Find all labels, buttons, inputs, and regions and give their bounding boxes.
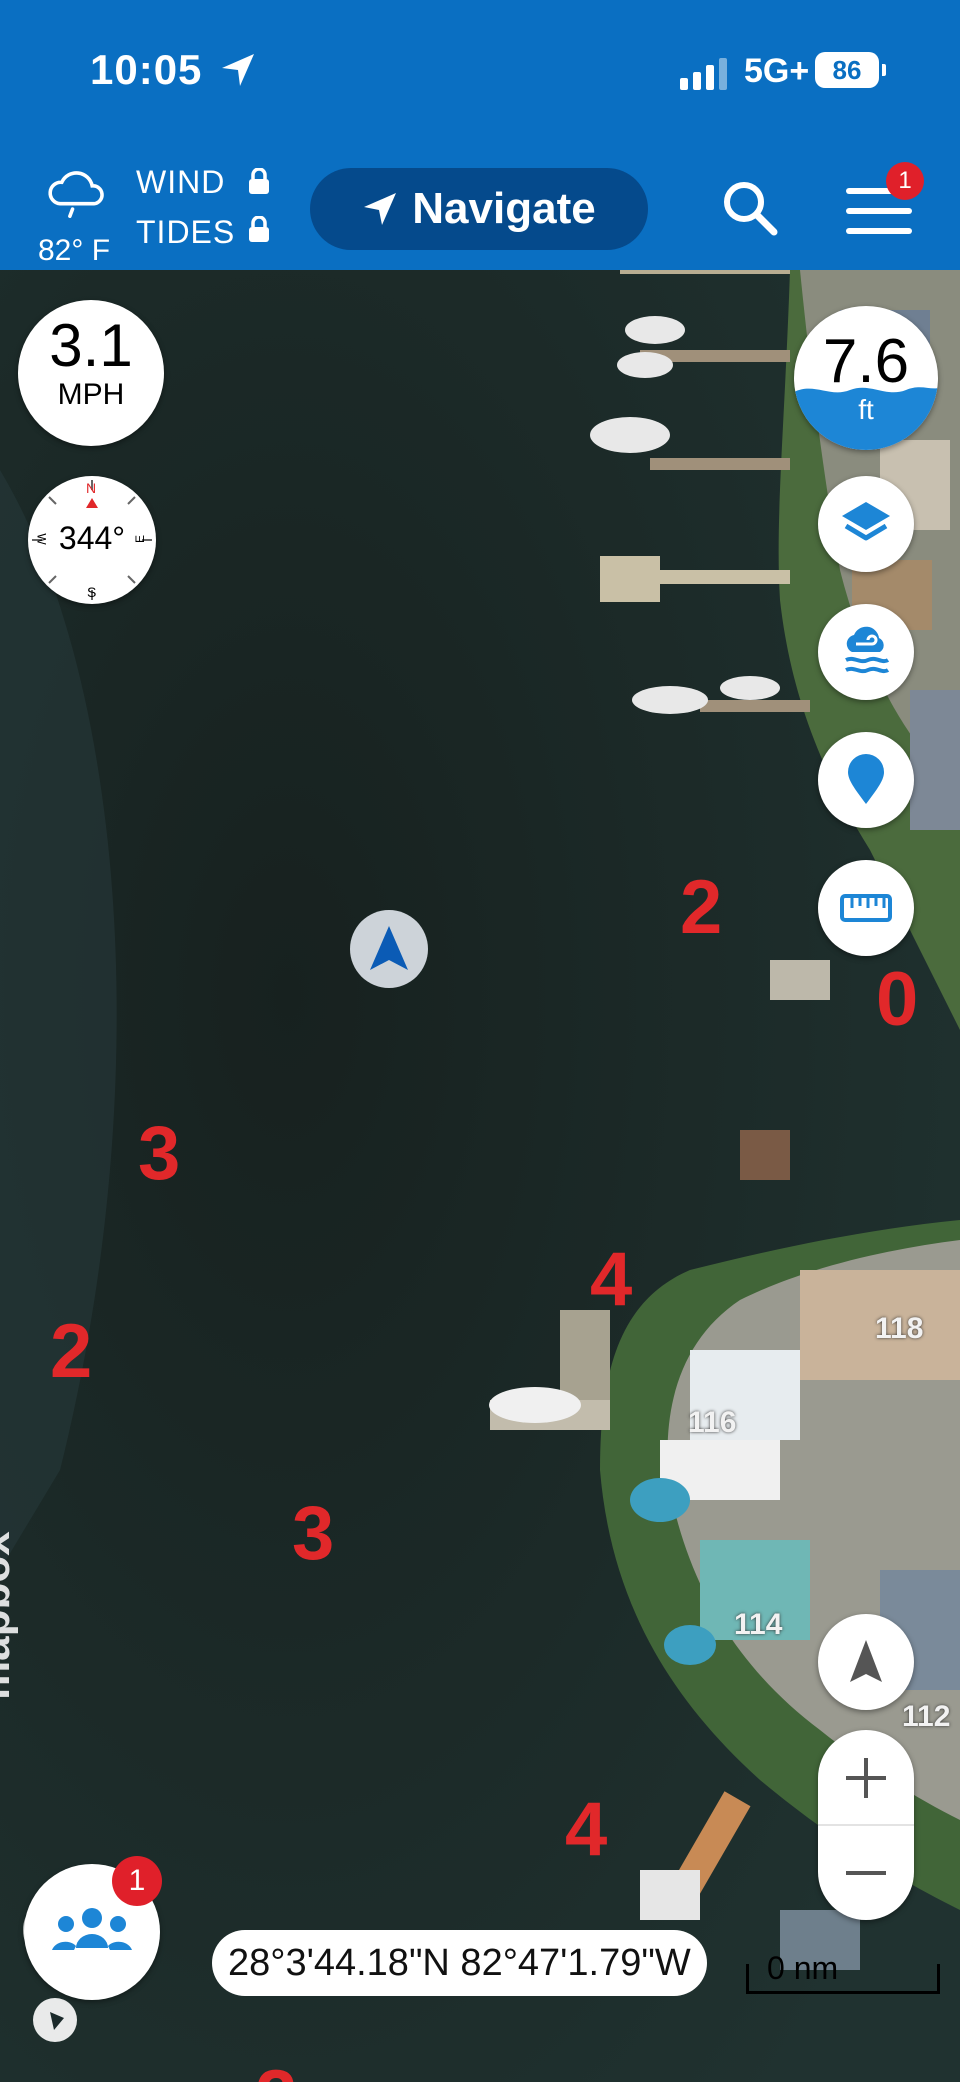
- zoom-in-button[interactable]: [818, 1730, 914, 1825]
- depth-sounding: 3: [292, 1491, 335, 1576]
- navigate-button[interactable]: Navigate: [310, 168, 648, 250]
- navigate-label: Navigate: [412, 184, 596, 233]
- house-number-label: 114: [734, 1608, 783, 1641]
- map-pin-icon: [848, 754, 884, 804]
- speed-widget[interactable]: 3.1 MPH: [18, 300, 164, 446]
- scale-label: 0 nm: [767, 1950, 839, 1986]
- coordinates-readout[interactable]: 28°3'44.18"N 82°47'1.79"W: [212, 1930, 707, 1996]
- scale-bar: 0 nm: [746, 1950, 940, 1994]
- depth-sounding: 3: [138, 1111, 181, 1196]
- tide-value: 7.6: [822, 327, 910, 396]
- zoom-out-button[interactable]: [818, 1825, 914, 1920]
- north-up-button[interactable]: [818, 1614, 914, 1710]
- tide-widget[interactable]: 7.6 ft: [794, 306, 938, 450]
- depth-sounding: 2: [680, 865, 723, 950]
- depth-sounding: 2: [255, 2054, 297, 2082]
- heading-value: 344°: [58, 520, 126, 556]
- zoom-control: [818, 1730, 914, 1920]
- house-number-label: 112: [902, 1700, 951, 1733]
- depth-sounding: 0: [876, 957, 919, 1042]
- weather-button[interactable]: 82° F: [38, 162, 114, 267]
- speed-value: 3.1: [49, 312, 133, 379]
- mapbox-wordmark: mapbox: [0, 1531, 19, 1700]
- depth-sounding: 4: [590, 1237, 633, 1322]
- user-position-icon: [370, 926, 408, 970]
- status-bar: 10:05 5G+ 86: [0, 0, 960, 150]
- tide-unit: ft: [858, 394, 874, 425]
- menu-notification-badge: 1: [886, 162, 924, 200]
- battery-indicator: 86: [815, 52, 886, 88]
- signal-icon: [680, 58, 727, 90]
- ruler-icon: [840, 894, 892, 922]
- community-icon: [52, 1908, 132, 1950]
- lock-icon: [249, 216, 269, 242]
- compass-widget[interactable]: N S W E 344°: [28, 476, 156, 604]
- weather-overlay-button[interactable]: [818, 604, 914, 700]
- cloud-rain-icon: [48, 171, 104, 218]
- weather-wind-icon: [845, 626, 890, 674]
- depth-sounding: 2: [50, 1309, 93, 1394]
- user-position-marker: [350, 910, 428, 988]
- layers-icon: [842, 502, 890, 541]
- search-icon[interactable]: [720, 178, 780, 238]
- top-toolbar: 82° F WIND TIDES Navigate 1: [0, 150, 960, 270]
- location-arrow-icon: [222, 54, 254, 86]
- clock-time: 10:05: [90, 46, 203, 93]
- plus-icon: [846, 1757, 886, 1798]
- lock-icon: [249, 168, 269, 194]
- measure-button[interactable]: [818, 860, 914, 956]
- layers-button[interactable]: [818, 476, 914, 572]
- wind-button[interactable]: WIND: [136, 164, 225, 201]
- map-view[interactable]: 2 0 3 4 2 3 4 2 118 116 114 112 3.1 MPH …: [0, 270, 960, 2082]
- minus-icon: [846, 1870, 886, 1875]
- navigation-arrow-icon: [364, 193, 397, 225]
- compass-north-label: N: [86, 480, 97, 496]
- speed-unit: MPH: [57, 378, 125, 411]
- depth-sounding: 4: [565, 1787, 608, 1872]
- community-notification-badge: 1: [112, 1856, 162, 1906]
- network-type: 5G+: [744, 52, 810, 90]
- house-number-label: 118: [875, 1312, 924, 1345]
- north-up-icon: [850, 1640, 882, 1682]
- temperature: 82° F: [38, 234, 111, 267]
- house-number-label: 116: [688, 1406, 737, 1439]
- compass-south-label: S: [87, 584, 97, 600]
- tides-button[interactable]: TIDES: [136, 214, 235, 251]
- waypoint-button[interactable]: [818, 732, 914, 828]
